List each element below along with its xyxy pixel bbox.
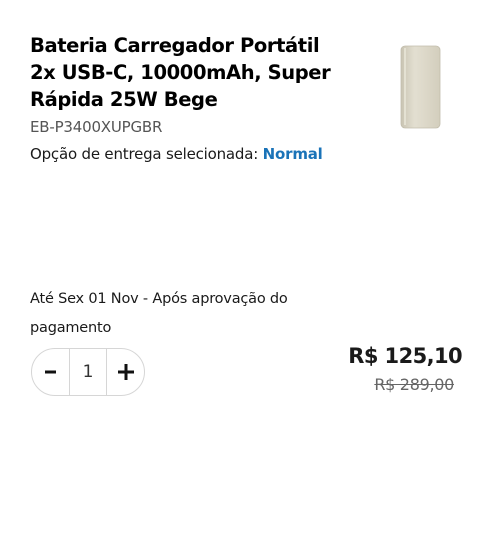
increment-button[interactable] (107, 349, 144, 395)
delivery-option-label: Opção de entrega selecionada: (30, 145, 259, 163)
quantity-stepper: 1 (31, 348, 145, 396)
product-title: Bateria Carregador Portátil 2x USB-C, 10… (30, 34, 331, 111)
delivery-date: Até Sex 01 Nov - Após aprovação do pagam… (30, 291, 288, 336)
original-price: R$ 289,00 (374, 375, 454, 394)
product-image (400, 45, 441, 129)
product-sku: EB-P3400XUPGBR (30, 118, 163, 136)
current-price: R$ 125,10 (348, 344, 462, 368)
plus-icon (117, 364, 134, 380)
delivery-option-value[interactable]: Normal (263, 145, 323, 163)
quantity-value[interactable]: 1 (69, 349, 107, 395)
minus-icon (44, 370, 56, 374)
decrement-button[interactable] (32, 349, 69, 395)
delivery-option: Opção de entrega selecionada: Normal (30, 145, 323, 163)
power-bank-icon (400, 45, 441, 129)
